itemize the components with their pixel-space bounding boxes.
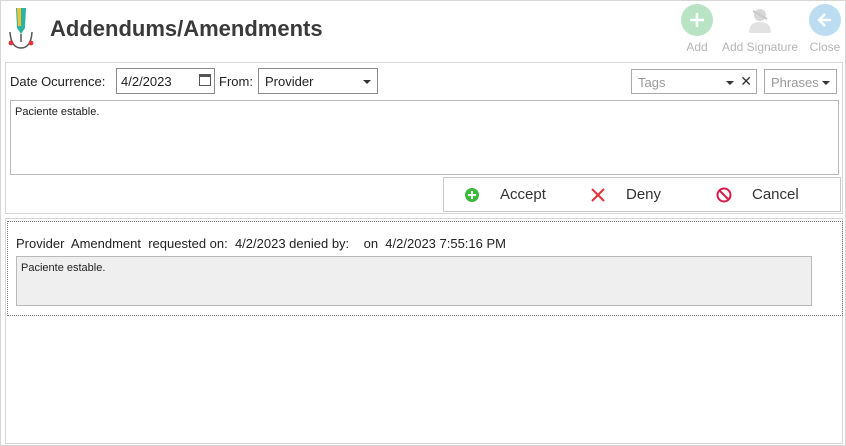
add-signature-button[interactable]: Add Signature (720, 4, 800, 54)
calendar-icon[interactable] (199, 74, 211, 86)
header: Addendums/Amendments Add Add Signature C… (0, 0, 846, 60)
from-label: From: (219, 74, 253, 89)
amendment-list: Provider Amendment requested on: 4/2/202… (5, 218, 843, 444)
phrases-placeholder: Phrases (771, 75, 819, 90)
user-signature-icon (744, 4, 776, 36)
accept-label: Accept (500, 186, 546, 203)
deny-button[interactable]: Deny (590, 186, 661, 203)
amendment-text: Paciente estable. (16, 256, 812, 306)
clear-icon[interactable]: ✕ (740, 73, 752, 90)
action-bar: Accept Deny Cancel (443, 177, 841, 212)
tags-select[interactable]: Tags ✕ (631, 69, 757, 94)
accept-button[interactable]: Accept (464, 186, 546, 203)
phrases-select[interactable]: Phrases (764, 69, 837, 94)
plus-circle-icon (464, 187, 480, 203)
addendum-form: Date Ocurrence: 4/2/2023 From: Provider … (5, 62, 843, 214)
close-button-label: Close (809, 40, 841, 54)
plus-icon (681, 4, 713, 36)
page-title: Addendums/Amendments (50, 16, 323, 41)
from-select[interactable]: Provider (258, 68, 378, 94)
add-button[interactable]: Add (681, 4, 713, 54)
from-select-value: Provider (265, 74, 314, 89)
tags-placeholder: Tags (638, 75, 666, 90)
chevron-down-icon (822, 81, 830, 85)
cancel-label: Cancel (752, 186, 799, 203)
add-button-label: Add (686, 40, 708, 54)
x-icon (590, 187, 606, 203)
add-signature-button-label: Add Signature (721, 40, 799, 54)
amendment-summary: Provider Amendment requested on: 4/2/202… (16, 236, 506, 251)
date-field[interactable]: 4/2/2023 (116, 68, 215, 94)
addendum-text-input[interactable]: Paciente estable. (10, 100, 839, 175)
quill-pen-icon (8, 8, 34, 49)
date-label: Date Ocurrence: (10, 74, 106, 89)
chevron-down-icon (726, 81, 734, 85)
date-value: 4/2/2023 (121, 74, 172, 89)
deny-label: Deny (626, 186, 662, 203)
chevron-down-icon (363, 80, 371, 84)
arrow-left-icon (809, 4, 841, 36)
list-item[interactable]: Provider Amendment requested on: 4/2/202… (7, 221, 843, 316)
cancel-button[interactable]: Cancel (716, 186, 799, 203)
prohibited-icon (716, 187, 732, 203)
close-button[interactable]: Close (808, 4, 842, 54)
